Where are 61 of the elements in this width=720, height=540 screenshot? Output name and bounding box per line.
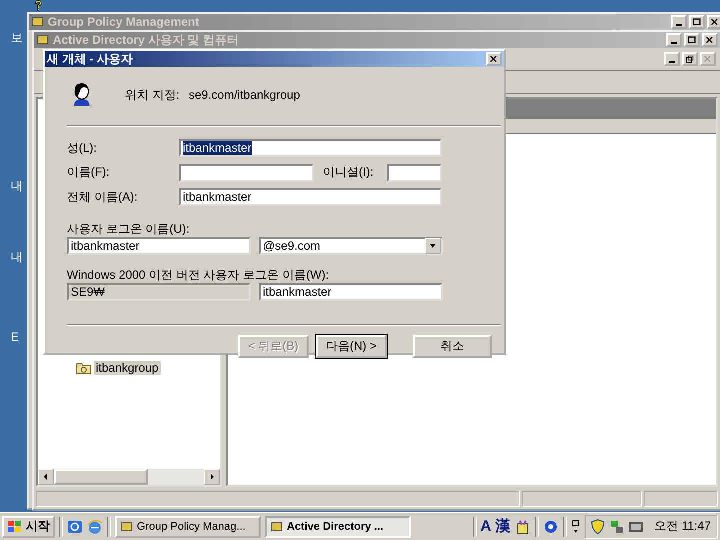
minimize-button[interactable] (671, 15, 687, 29)
field-label: 사용자 로그온 이름(U): (67, 220, 191, 236)
question-mark-icon (33, 0, 44, 12)
desktop-icon-label: E (11, 330, 20, 344)
close-icon (704, 54, 712, 64)
window-title: Active Directory 사용자 및 컴퓨터 (53, 33, 240, 47)
maximize-button[interactable] (689, 15, 705, 29)
minimize-button[interactable] (664, 52, 680, 66)
close-icon (711, 18, 719, 26)
minimize-button[interactable] (666, 33, 682, 47)
ime-pad-icon[interactable] (514, 518, 531, 534)
desktop-icon-label: 내 (11, 249, 23, 266)
taskbar-button[interactable]: Group Policy Manag... (115, 516, 261, 538)
scroll-left-icon[interactable] (38, 469, 54, 485)
last-name-field[interactable]: itbankmaster (179, 139, 442, 158)
close-button[interactable] (486, 52, 502, 66)
full-name-field[interactable]: itbankmaster (179, 188, 442, 206)
start-button[interactable]: 시작 (2, 516, 55, 538)
dialog-title: 새 개체 - 사용자 (47, 52, 134, 66)
desktop-icon-label: 내 (11, 178, 23, 195)
location-path: se9.com/itbankgroup (189, 88, 300, 102)
close-button[interactable] (707, 15, 720, 29)
dialog-button[interactable]: 다음(N) > (316, 334, 387, 358)
close-icon (706, 36, 714, 44)
minimize-icon (676, 24, 682, 26)
field-label: Windows 2000 이전 버전 사용자 로그온 이름(W): (67, 266, 330, 282)
shield-icon[interactable] (590, 518, 606, 534)
horizontal-scrollbar[interactable] (38, 469, 220, 485)
ime-indicator[interactable]: 漢 (496, 517, 511, 536)
field-label: 성(L): (67, 140, 98, 157)
location-label: 위치 지정: (125, 86, 181, 104)
desktop-icon-label: 보 (11, 30, 23, 47)
domain-dropdown[interactable]: @se9.com (259, 236, 443, 254)
help-icon[interactable] (542, 518, 559, 534)
field-label: 이름(F): (67, 164, 111, 182)
domain-field[interactable]: SE9₩ (67, 282, 251, 300)
tree-item[interactable]: itbankgroup (94, 361, 161, 375)
clock: 오전 11:47 (654, 518, 711, 535)
windows-logo-icon (7, 520, 23, 534)
dropdown-arrow-icon (425, 238, 441, 254)
taskbar-button[interactable]: Active Directory ... (265, 516, 411, 538)
field-label: 이니셜(I): (323, 164, 375, 182)
window-title: Group Policy Management (48, 15, 200, 29)
ime-indicator[interactable]: A (480, 518, 492, 535)
close-button[interactable] (702, 33, 718, 47)
field-label: 전체 이름(A): (67, 188, 139, 206)
scroll-right-icon[interactable] (204, 469, 220, 485)
restore-button[interactable] (682, 52, 698, 66)
pre2000-logon-field[interactable]: itbankmaster (259, 282, 443, 300)
restore-icon (686, 54, 694, 64)
logon-name-field[interactable]: itbankmaster (67, 236, 251, 254)
initials-field[interactable] (387, 164, 442, 182)
minimize-icon (669, 60, 675, 62)
close-icon (490, 54, 498, 64)
toolbar-options-icon[interactable] (570, 518, 581, 534)
folder-icon (76, 361, 92, 375)
first-name-field[interactable] (179, 164, 314, 182)
maximize-button[interactable] (684, 33, 700, 47)
network-icon[interactable] (608, 518, 625, 534)
minimize-icon (671, 42, 677, 44)
dialog-button[interactable]: 취소 (413, 334, 492, 358)
